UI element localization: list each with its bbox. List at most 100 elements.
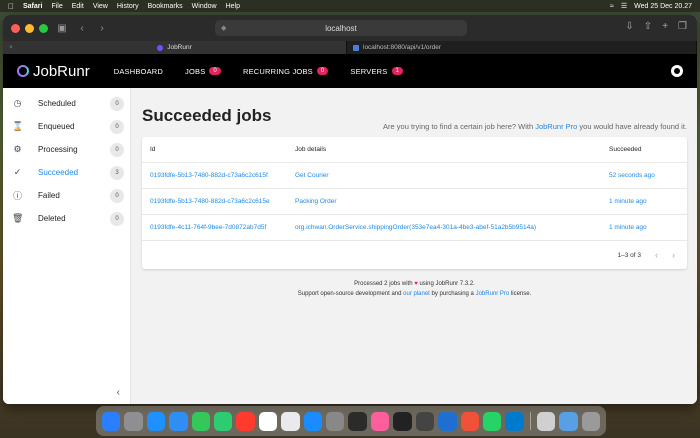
dock-app-icon[interactable]: [303, 411, 323, 431]
dock-app-icon[interactable]: [124, 411, 143, 431]
nav-label: SERVERS: [350, 66, 388, 76]
dock-app-icon[interactable]: [559, 411, 578, 431]
menu-bookmarks[interactable]: Bookmarks: [148, 3, 183, 10]
count-badge: 3: [110, 165, 124, 180]
dock-app-icon[interactable]: [438, 411, 457, 431]
sidebar-item-enqueued[interactable]: ⌛ Enqueued 0: [3, 115, 130, 138]
jobrunr-pro-footer-link[interactable]: JobRunr Pro: [476, 291, 510, 297]
table-row[interactable]: 0193fdfe-4c11-764f-9bee-7d0872ab7d5f org…: [142, 215, 687, 241]
job-id-link[interactable]: 0193fdfe-5b13-7480-882d-c73a6c2c615e: [150, 198, 295, 205]
jobrunr-pro-link[interactable]: JobRunr Pro: [535, 122, 577, 131]
apple-icon[interactable]: : [8, 2, 14, 11]
dock-app-icon[interactable]: [460, 411, 479, 431]
table-row[interactable]: 0193fdfe-5b13-7480-882d-c73a6c2c615e Pac…: [142, 189, 687, 215]
dock-app-icon[interactable]: [169, 411, 188, 431]
sidebar-item-processing[interactable]: ⚙ Processing 0: [3, 138, 130, 161]
sidebar-item-scheduled[interactable]: ◷ Scheduled 0: [3, 92, 130, 115]
our-planet-link[interactable]: our planet: [403, 291, 430, 297]
dock-app-icon[interactable]: [536, 411, 556, 431]
menubar-app-name[interactable]: Safari: [23, 3, 42, 10]
dock-app-icon[interactable]: [415, 411, 435, 431]
column-header-id: Id: [150, 146, 156, 153]
jobs-count-badge: 0: [209, 67, 221, 75]
dock-app-icon[interactable]: [146, 411, 166, 431]
dock-app-icon[interactable]: [281, 411, 300, 431]
dock-app-icon[interactable]: [214, 411, 233, 431]
job-id-link[interactable]: 0193fdfe-4c11-764f-9bee-7d0872ab7d5f: [150, 224, 295, 231]
dock-app-icon[interactable]: [581, 411, 600, 431]
wifi-icon[interactable]: ≈: [610, 3, 614, 10]
tab-jobrunr[interactable]: × JobRunr: [3, 41, 347, 54]
zoom-window-button[interactable]: [39, 23, 48, 33]
address-bar[interactable]: ◆ localhost: [215, 20, 467, 36]
dock-app-icon[interactable]: [236, 411, 255, 431]
github-icon[interactable]: [671, 65, 683, 77]
dock-app-icon[interactable]: [505, 411, 524, 431]
control-center-icon[interactable]: ☰: [621, 2, 627, 10]
column-header-details: Job details: [295, 146, 327, 153]
job-time[interactable]: 52 seconds ago: [609, 172, 679, 179]
close-window-button[interactable]: [11, 23, 20, 33]
clock[interactable]: Wed 25 Dec 20.27: [634, 3, 692, 10]
back-icon[interactable]: ‹: [76, 23, 88, 34]
macos-dock: [96, 406, 606, 436]
menu-file[interactable]: File: [51, 3, 62, 10]
table-row[interactable]: 0193fdfe-5b13-7480-882d-c73a6c2c615f Get…: [142, 163, 687, 189]
sidebar-item-label: Enqueued: [38, 122, 75, 131]
dock-app-icon[interactable]: [348, 411, 367, 431]
dock-app-icon[interactable]: [102, 411, 121, 431]
main-content: Succeeded jobs Are you trying to find a …: [131, 88, 697, 404]
sidebar-item-label: Processing: [38, 145, 78, 154]
menu-view[interactable]: View: [93, 3, 108, 10]
nav-recurring-jobs[interactable]: RECURRING JOBS 0: [242, 66, 329, 76]
dock-app-icon[interactable]: [191, 411, 211, 431]
sidebar-item-label: Scheduled: [38, 99, 76, 108]
job-details-link[interactable]: Get Courier: [295, 172, 609, 179]
app-header: JobRunr DASHBOARD JOBS 0 RECURRING JOBS 0 …: [3, 54, 697, 88]
jobrunr-logo[interactable]: JobRunr: [17, 63, 90, 80]
count-badge: 0: [110, 96, 124, 111]
collapse-sidebar-icon[interactable]: ‹: [117, 387, 120, 398]
menu-window[interactable]: Window: [192, 3, 217, 10]
dock-app-icon[interactable]: [258, 411, 278, 431]
nav-dashboard[interactable]: DASHBOARD: [114, 67, 163, 76]
sidebar-item-succeeded[interactable]: ✓ Succeeded 3: [3, 161, 130, 184]
close-tab-icon[interactable]: ×: [9, 44, 13, 51]
share-icon[interactable]: ⇧: [644, 21, 652, 32]
nav-servers[interactable]: SERVERS 1: [350, 66, 404, 76]
job-time[interactable]: 1 minute ago: [609, 224, 679, 231]
table-header: Id Job details Succeeded: [142, 137, 687, 163]
check-icon: ✓: [13, 167, 22, 177]
nav-label: JOBS: [185, 66, 206, 76]
downloads-icon[interactable]: ⇩: [625, 21, 633, 32]
dock-app-icon[interactable]: [393, 411, 412, 431]
sidebar-item-failed[interactable]: ⓘ Failed 0: [3, 184, 130, 207]
dock-app-icon[interactable]: [482, 411, 502, 431]
menu-help[interactable]: Help: [226, 3, 240, 10]
nav-jobs[interactable]: JOBS 0: [185, 67, 221, 76]
new-tab-icon[interactable]: +: [662, 21, 668, 32]
logo-text: JobRunr: [33, 62, 90, 80]
browser-toolbar: ▣ ‹ › ◆ localhost ⇩ ⇧ + ❐: [3, 15, 697, 41]
macos-menubar:  Safari File Edit View History Bookmark…: [0, 0, 700, 12]
tab-overview-icon[interactable]: ❐: [678, 21, 687, 32]
tab-label: JobRunr: [167, 44, 192, 51]
job-id-link[interactable]: 0193fdfe-5b13-7480-882d-c73a6c2c615f: [150, 172, 295, 179]
sidebar-item-deleted[interactable]: 🗑 Deleted 0: [3, 207, 130, 230]
job-time[interactable]: 1 minute ago: [609, 198, 679, 205]
nav-label: RECURRING JOBS: [242, 66, 313, 76]
menu-edit[interactable]: Edit: [72, 3, 84, 10]
tab-api-order[interactable]: localhost:8080/api/v1/order: [347, 41, 697, 54]
job-details-link[interactable]: Packing Order: [295, 198, 609, 205]
dock-app-icon[interactable]: [370, 411, 390, 431]
prev-page-icon[interactable]: ‹: [655, 250, 658, 260]
minimize-window-button[interactable]: [25, 23, 34, 33]
address-text: localhost: [325, 23, 357, 33]
dock-app-icon[interactable]: [326, 411, 345, 431]
job-details-link[interactable]: org.ichwan.OrderService.shippingOrder(35…: [295, 224, 609, 231]
sidebar-toggle-icon[interactable]: ▣: [56, 23, 68, 34]
forward-icon[interactable]: ›: [96, 23, 108, 34]
next-page-icon[interactable]: ›: [672, 250, 675, 260]
menu-history[interactable]: History: [117, 3, 139, 10]
alert-icon: ⓘ: [12, 191, 22, 201]
